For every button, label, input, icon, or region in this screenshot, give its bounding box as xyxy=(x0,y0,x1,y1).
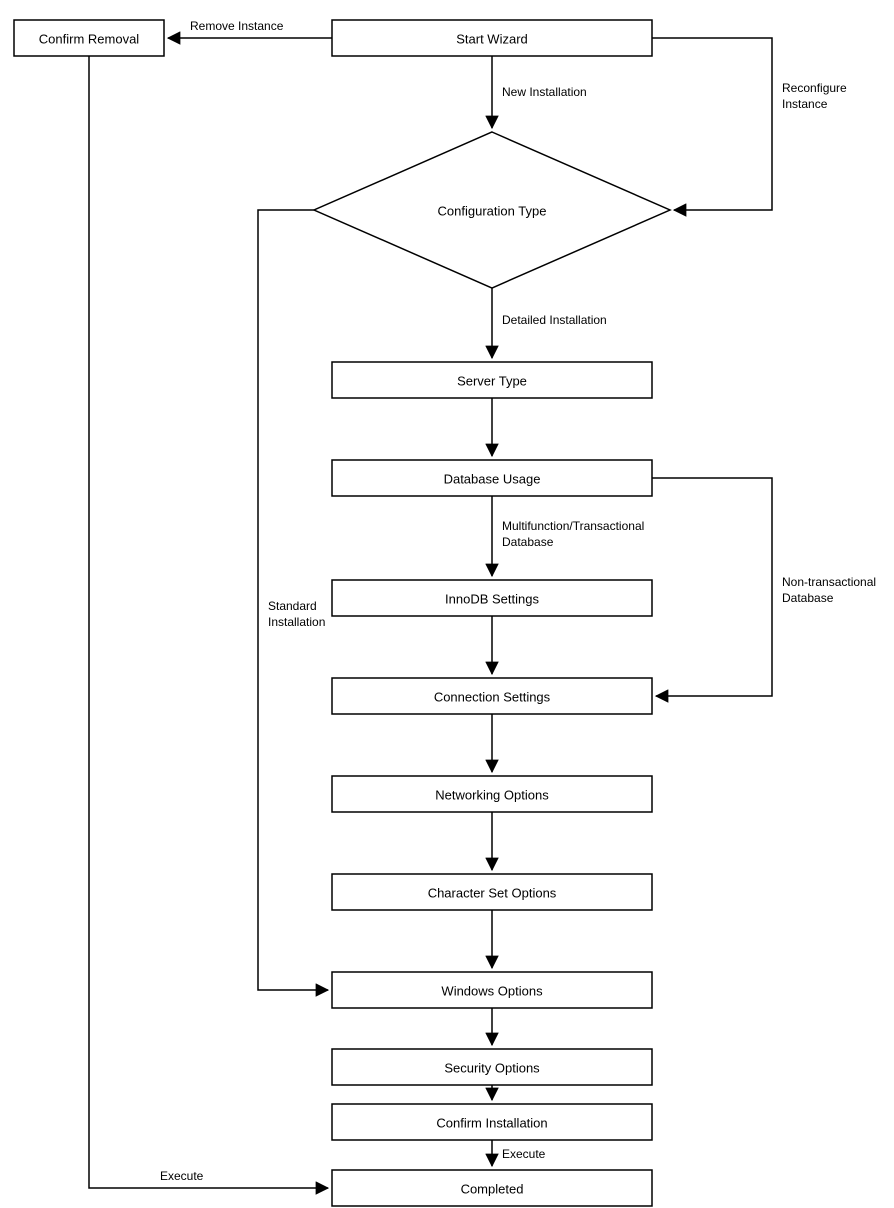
edge-label-multifunction-2: Database xyxy=(502,535,554,549)
edge-label-reconfigure-instance-2: Instance xyxy=(782,97,828,111)
label-start-wizard: Start Wizard xyxy=(456,31,528,46)
label-connection-settings: Connection Settings xyxy=(434,689,551,704)
label-security-options: Security Options xyxy=(444,1060,540,1075)
edge-label-remove-instance: Remove Instance xyxy=(190,19,284,33)
label-confirm-installation: Confirm Installation xyxy=(436,1115,547,1130)
edge-nontransactional xyxy=(652,478,772,696)
label-confirm-removal: Confirm Removal xyxy=(39,31,140,46)
label-windows-options: Windows Options xyxy=(441,983,543,998)
label-database-usage: Database Usage xyxy=(444,471,541,486)
edge-label-detailed-installation: Detailed Installation xyxy=(502,313,607,327)
label-networking-options: Networking Options xyxy=(435,787,549,802)
edge-reconfigure-instance xyxy=(652,38,772,210)
label-server-type: Server Type xyxy=(457,373,527,388)
edge-label-multifunction-1: Multifunction/Transactional xyxy=(502,519,644,533)
edge-label-nontransactional-1: Non-transactional xyxy=(782,575,876,589)
label-innodb-settings: InnoDB Settings xyxy=(445,591,539,606)
edge-label-new-installation: New Installation xyxy=(502,85,587,99)
edge-label-execute-bottom: Execute xyxy=(160,1169,204,1183)
label-completed: Completed xyxy=(461,1181,524,1196)
edge-label-reconfigure-instance-1: Reconfigure xyxy=(782,81,847,95)
edge-label-standard-installation-1: Standard xyxy=(268,599,317,613)
edge-label-standard-installation-2: Installation xyxy=(268,615,325,629)
label-configuration-type: Configuration Type xyxy=(438,203,547,218)
edge-label-execute-top: Execute xyxy=(502,1147,546,1161)
label-character-set-options: Character Set Options xyxy=(428,885,557,900)
edge-label-nontransactional-2: Database xyxy=(782,591,834,605)
